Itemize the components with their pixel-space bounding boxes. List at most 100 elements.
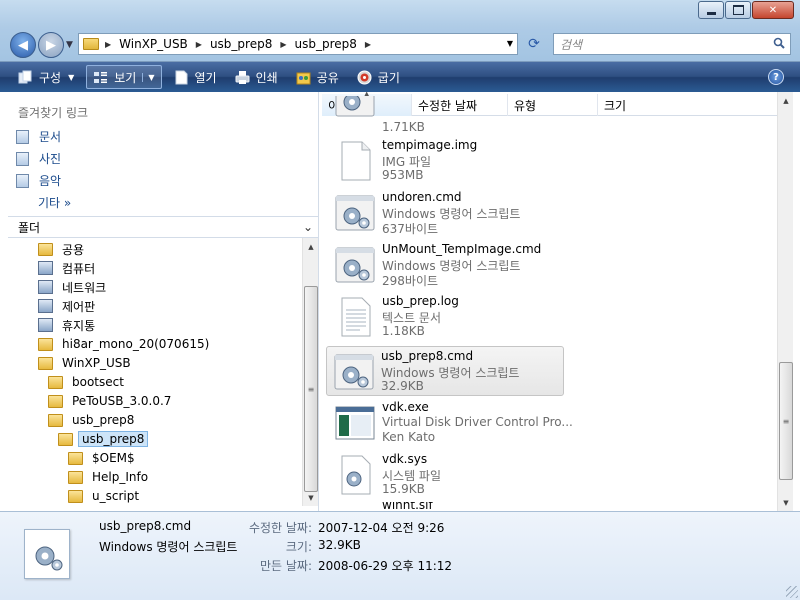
favorite-link-pictures[interactable]: 사진 <box>16 150 61 167</box>
print-button[interactable]: 인쇄 <box>229 65 284 89</box>
favorite-links-more[interactable]: 기타 » <box>38 194 71 211</box>
file-size: 1.18KB <box>382 324 425 338</box>
printer-icon <box>235 70 250 84</box>
address-bar[interactable]: ▶ WinXP_USB ▶ usb_prep8 ▶ usb_prep8 ▶ ▼ <box>78 33 518 55</box>
script-gear-icon <box>334 354 374 390</box>
file-item[interactable]: tempimage.img IMG 파일 953MB <box>328 136 566 186</box>
file-size: Ken Kato <box>382 430 436 444</box>
breadcrumb-separator-icon[interactable]: ▶ <box>105 40 111 49</box>
details-file-name: usb_prep8.cmd <box>99 519 192 533</box>
file-item[interactable]: undoren.cmd Windows 명령어 스크립트 637바이트 <box>328 188 566 238</box>
file-item[interactable]: vdk.exe Virtual Disk Driver Control Pro.… <box>328 398 573 448</box>
scroll-down-icon[interactable]: ▼ <box>303 489 319 506</box>
favorite-link-label: 사진 <box>39 152 62 166</box>
scroll-up-icon[interactable]: ▲ <box>778 92 794 109</box>
tree-item-label: 휴지통 <box>62 318 96 333</box>
back-button[interactable]: ◀ <box>10 32 36 58</box>
maximize-button[interactable] <box>725 1 751 19</box>
file-name: tempimage.img <box>382 138 478 152</box>
tree-item-public[interactable]: 공용 <box>38 240 88 258</box>
folders-header[interactable]: 폴더 ⌄ <box>8 216 319 238</box>
minimize-button[interactable] <box>698 1 724 19</box>
folder-icon <box>68 451 83 465</box>
file-list-scrollbar[interactable]: ▲ ≡ ▼ <box>777 92 793 511</box>
file-item[interactable]: winnt.sif <box>328 502 566 511</box>
chevron-down-icon[interactable]: ▼ <box>507 39 513 48</box>
details-size-value: 32.9KB <box>318 538 361 552</box>
caption-buttons: ✕ <box>697 1 794 19</box>
system-file-icon <box>341 455 371 495</box>
details-created-label: 만든 날짜: <box>259 559 312 573</box>
column-header-label: 크기 <box>604 98 627 113</box>
breadcrumb-item[interactable]: usb_prep8 <box>210 37 272 51</box>
folders-header-label: 폴더 <box>18 220 41 235</box>
favorite-link-music[interactable]: 음악 <box>16 172 61 189</box>
favorite-link-documents[interactable]: 문서 <box>16 128 61 145</box>
open-button[interactable]: 열기 <box>168 65 223 89</box>
burn-button[interactable]: 굽기 <box>351 65 406 89</box>
search-icon[interactable] <box>773 37 785 49</box>
folder-icon <box>68 489 83 503</box>
column-header-size[interactable]: 크기 <box>598 94 780 116</box>
tree-item-u-script[interactable]: u_script <box>68 487 143 505</box>
documents-icon <box>16 129 29 144</box>
file-item[interactable]: UnMount_TempImage.cmd Windows 명령어 스크립트 2… <box>328 240 566 290</box>
scroll-up-icon[interactable]: ▲ <box>303 238 319 255</box>
tree-item-petousb[interactable]: PeToUSB_3.0.0.7 <box>48 392 175 410</box>
folder-tree-scrollbar[interactable]: ▲ ≡ ▼ <box>302 238 318 506</box>
file-name: usb_prep8.cmd <box>381 349 474 363</box>
tree-item-recycle-bin[interactable]: 휴지통 <box>38 316 99 334</box>
burn-label: 굽기 <box>377 70 400 85</box>
folder-icon <box>38 337 53 351</box>
breadcrumb-separator-icon[interactable]: ▶ <box>365 40 371 49</box>
tree-item-oem[interactable]: $OEM$ <box>68 449 139 467</box>
folder-icon <box>38 356 53 370</box>
folder-icon <box>68 470 83 484</box>
script-gear-icon <box>335 195 375 231</box>
file-item[interactable]: usb_prep.log 텍스트 문서 1.18KB <box>328 292 566 342</box>
tree-item-usb-prep8-selected[interactable]: usb_prep8 <box>58 430 149 448</box>
breadcrumb-item[interactable]: WinXP_USB <box>119 37 188 51</box>
share-button[interactable]: 공유 <box>290 65 345 89</box>
tree-item-control-panel[interactable]: 제어판 <box>38 297 99 315</box>
breadcrumb-item[interactable]: usb_prep8 <box>295 37 357 51</box>
tree-item-label: WinXP_USB <box>62 356 131 370</box>
tree-item-hi8ar-mono[interactable]: hi8ar_mono_20(070615) <box>38 335 213 353</box>
scrollbar-thumb[interactable]: ≡ <box>779 362 793 480</box>
file-item[interactable]: 1.71KB <box>328 96 566 136</box>
scrollbar-thumb[interactable]: ≡ <box>304 286 318 492</box>
recent-pages-dropdown[interactable]: ▼ <box>66 40 73 50</box>
file-item[interactable]: vdk.sys 시스템 파일 15.9KB <box>328 450 566 500</box>
scroll-down-icon[interactable]: ▼ <box>778 494 794 511</box>
close-button[interactable]: ✕ <box>752 1 794 19</box>
tree-item-winxp-usb[interactable]: WinXP_USB <box>38 354 135 372</box>
folder-icon <box>48 413 63 427</box>
file-item-selected[interactable]: usb_prep8.cmd Windows 명령어 스크립트 32.9KB <box>326 346 564 396</box>
resize-grip-icon[interactable] <box>786 586 798 598</box>
tree-item-help-info[interactable]: Help_Info <box>68 468 152 486</box>
tree-item-label: hi8ar_mono_20(070615) <box>62 337 210 351</box>
help-icon[interactable]: ? <box>768 69 784 85</box>
tree-item-network[interactable]: 네트워크 <box>38 278 110 296</box>
tree-item-bootsect[interactable]: bootsect <box>48 373 128 391</box>
file-name: winnt.sif <box>382 502 433 511</box>
organize-button[interactable]: 구성 ▼ <box>12 65 80 89</box>
chevron-down-icon[interactable]: ⌄ <box>303 220 313 234</box>
tree-item-computer[interactable]: 컴퓨터 <box>38 259 99 277</box>
tree-item-label: Help_Info <box>92 470 149 484</box>
refresh-icon: ⟳ <box>528 36 540 52</box>
breadcrumb-separator-icon[interactable]: ▶ <box>196 40 202 49</box>
chevron-down-icon[interactable]: ▼ <box>142 72 155 82</box>
blank-file-icon <box>341 141 371 181</box>
favorite-link-label: 문서 <box>39 130 62 144</box>
arrow-right-icon: ▶ <box>46 37 56 53</box>
refresh-button[interactable]: ⟳ <box>522 33 546 55</box>
views-button[interactable]: 보기 ▼ <box>86 65 162 89</box>
forward-button[interactable]: ▶ <box>38 32 64 58</box>
chevron-down-icon: ▼ <box>68 72 75 82</box>
folder-icon <box>38 242 53 256</box>
breadcrumb-separator-icon[interactable]: ▶ <box>280 40 286 49</box>
search-input[interactable]: 검색 <box>553 33 791 55</box>
tree-item-usb-prep8[interactable]: usb_prep8 <box>48 411 138 429</box>
share-icon <box>296 72 311 84</box>
